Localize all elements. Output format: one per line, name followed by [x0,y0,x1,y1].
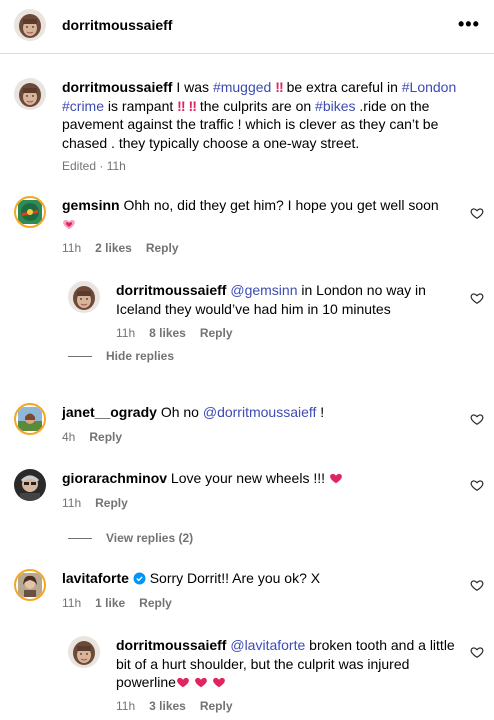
comment-meta: 11h Reply [62,496,128,510]
post-header: dorritmoussaieff ••• [0,0,494,54]
comment-username[interactable]: lavitaforte [62,570,129,586]
comment-time: 11h [116,699,136,713]
comment-time: 11h [62,241,82,255]
double-exclamation-emoji: ‼ [275,79,284,95]
heart-outline-icon[interactable] [470,578,484,592]
comment: giorarachminov Love your new wheels !!! … [14,469,484,519]
comment-username[interactable]: dorritmoussaieff [116,637,226,653]
heart-outline-icon[interactable] [470,412,484,426]
comment: janet__ogrady Oh no @dorritmoussaieff ! … [14,403,484,453]
comment-meta: 11h 3 likes Reply [116,699,233,713]
comment-meta: 11h 8 likes Reply [116,326,233,340]
commenter-avatar[interactable] [14,469,46,501]
heart-outline-icon[interactable] [470,478,484,492]
post-caption: dorritmoussaieff I was #mugged ‼ be extr… [62,79,457,151]
mention-link[interactable]: @lavitaforte [230,637,305,653]
more-options-icon[interactable]: ••• [458,14,480,34]
comment-meta: 11h 2 likes Reply [62,241,179,255]
reply-button[interactable]: Reply [200,326,233,340]
hashtag-bikes[interactable]: #bikes [315,98,355,114]
commenter-avatar[interactable] [68,636,100,668]
double-exclamation-emoji: ‼ [188,97,198,114]
commenter-avatar[interactable] [14,403,46,435]
reply-button[interactable]: Reply [139,596,172,610]
caption-meta: Edited · 11h [62,159,126,173]
hashtag-crime[interactable]: #crime [62,98,104,114]
reply-comment: dorritmoussaieff @lavitaforte broken too… [68,636,468,716]
reply-button[interactable]: Reply [146,241,179,255]
comment-text: Sorry Dorrit!! Are you ok? X [145,570,321,586]
red-heart-emoji [194,675,208,689]
reply-comment: dorritmoussaieff @gemsinn in London no w… [68,281,468,341]
reply-button[interactable]: Reply [200,699,233,713]
double-exclamation-emoji: ‼ [177,97,186,114]
commenter-avatar[interactable] [14,569,46,601]
hashtag-mugged[interactable]: #mugged [213,79,271,95]
author-username[interactable]: dorritmoussaieff [62,17,172,33]
commenter-avatar[interactable] [14,196,46,228]
comment-meta: 11h 1 like Reply [62,596,172,610]
comment-time: 4h [62,430,76,444]
comment: gemsinn Ohh no, did they get him? I hope… [14,196,484,266]
heart-outline-icon[interactable] [470,206,484,220]
heart-outline-icon[interactable] [470,291,484,305]
growing-heart-emoji [62,217,76,231]
comment-likes[interactable]: 8 likes [149,326,186,340]
comment-time: 11h [62,596,82,610]
view-replies-button[interactable]: View replies (2) [68,531,193,545]
comment-likes[interactable]: 3 likes [149,699,186,713]
red-heart-emoji [212,675,226,689]
red-heart-emoji [329,471,343,485]
author-avatar[interactable] [14,9,46,41]
mention-link[interactable]: @gemsinn [230,282,297,298]
comment-text: Ohh no, did they get him? I hope you get… [119,197,439,213]
comment-time: 11h [116,326,136,340]
commenter-avatar[interactable] [68,281,100,313]
comment-text: Love your new wheels !!! [167,470,329,486]
reply-button[interactable]: Reply [95,496,128,510]
comment-time: 11h [62,496,82,510]
comment: lavitaforte Sorry Dorrit!! Are you ok? X… [14,569,484,619]
comment-username[interactable]: gemsinn [62,197,120,213]
comment-username[interactable]: dorritmoussaieff [116,282,226,298]
comment-meta: 4h Reply [62,430,122,444]
comment-text: Oh no [156,404,203,420]
comment-username[interactable]: giorarachminov [62,470,167,486]
hide-replies-button[interactable]: Hide replies [68,349,174,363]
mention-link[interactable]: @dorritmoussaieff [203,404,317,420]
reply-button[interactable]: Reply [89,430,122,444]
comment-likes[interactable]: 2 likes [95,241,132,255]
comment-likes[interactable]: 1 like [95,596,125,610]
verified-badge-icon [133,572,146,585]
caption-username[interactable]: dorritmoussaieff [62,79,172,95]
hashtag-london[interactable]: #London [402,79,457,95]
red-heart-emoji [176,675,190,689]
caption-avatar[interactable] [14,78,46,110]
heart-outline-icon[interactable] [470,645,484,659]
comment-username[interactable]: janet__ogrady [62,404,157,420]
